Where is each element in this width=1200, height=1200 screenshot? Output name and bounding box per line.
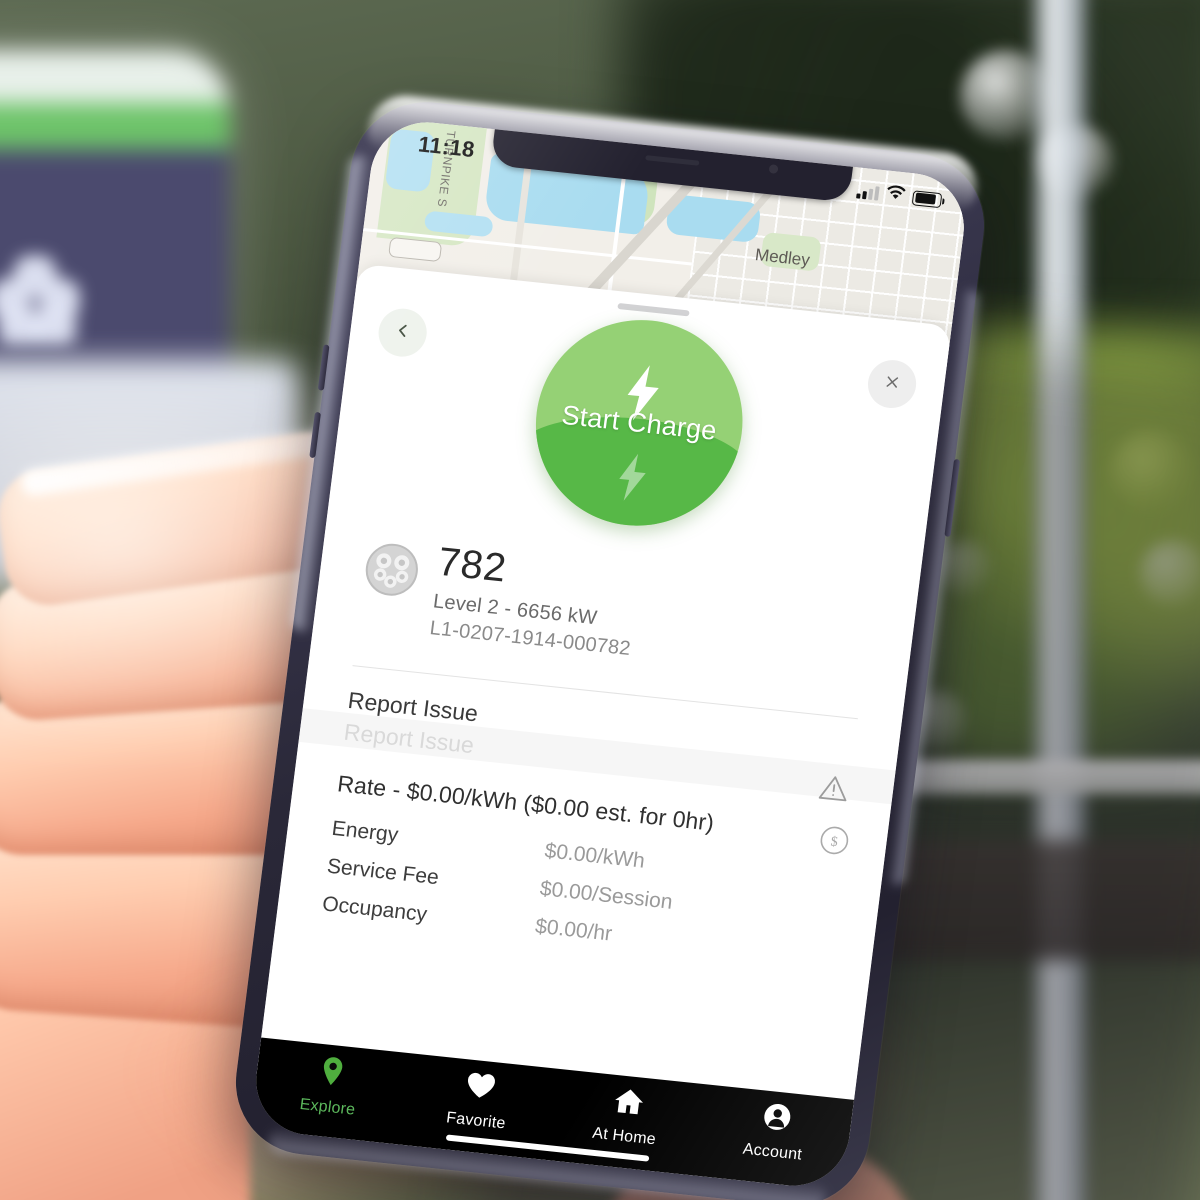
status-time: 11:18 (416, 131, 477, 163)
tab-favorite[interactable]: Favorite (401, 1064, 557, 1138)
earpiece-speaker (645, 155, 700, 166)
map-pin-icon (317, 1055, 347, 1092)
wifi-icon (885, 184, 907, 206)
tab-at-home[interactable]: At Home (549, 1080, 705, 1154)
rate-name: Occupancy (320, 892, 429, 927)
j1772-connector-icon (362, 540, 422, 599)
warning-triangle-icon (817, 773, 851, 808)
person-icon (760, 1102, 792, 1138)
battery-icon (911, 189, 943, 208)
start-charge-wrapper: Start Charge (523, 309, 755, 536)
rate-name: Service Fee (325, 854, 441, 890)
sheet-grabber[interactable] (617, 302, 690, 317)
tab-label: Explore (298, 1096, 357, 1119)
tab-label: Account (741, 1140, 803, 1164)
photo-scene: TURNPIKE S Medley 11:18 Start Charge 782… (0, 0, 1200, 1200)
tab-label: At Home (591, 1124, 657, 1149)
cellular-signal-icon (856, 184, 880, 201)
rate-name: Energy (330, 816, 400, 847)
rate-value: $0.00/hr (533, 914, 614, 946)
background-station-logo (0, 255, 80, 345)
close-button[interactable] (865, 357, 919, 411)
map-badge (388, 236, 443, 263)
start-charge-button[interactable]: Start Charge (523, 309, 755, 536)
status-icons (856, 181, 943, 210)
station-texts: 782 Level 2 - 6656 kW L1-0207-1914-00078… (428, 540, 641, 661)
station-detail-sheet: Start Charge 782 Level 2 - 6656 kW L1-02… (261, 263, 952, 1100)
lightning-bolt-icon (612, 451, 653, 509)
back-button[interactable] (375, 306, 430, 359)
svg-text:$: $ (830, 835, 839, 851)
home-icon (611, 1086, 645, 1122)
tab-explore[interactable]: Explore (252, 1048, 408, 1124)
tab-label: Favorite (445, 1109, 507, 1133)
phone-screen: TURNPIKE S Medley 11:18 Start Charge 782… (249, 116, 971, 1192)
heart-icon (463, 1070, 497, 1106)
dollar-circle-icon: $ (816, 823, 852, 863)
chevron-left-icon (392, 320, 413, 345)
rate-value: $0.00/Session (538, 877, 674, 914)
tab-account[interactable]: Account (697, 1095, 853, 1169)
front-camera (768, 164, 779, 174)
station-info: 782 Level 2 - 6656 kW L1-0207-1914-00078… (357, 534, 875, 685)
close-icon (882, 372, 903, 397)
smartphone: TURNPIKE S Medley 11:18 Start Charge 782… (227, 92, 1200, 1200)
rate-value: $0.00/kWh (543, 839, 647, 873)
